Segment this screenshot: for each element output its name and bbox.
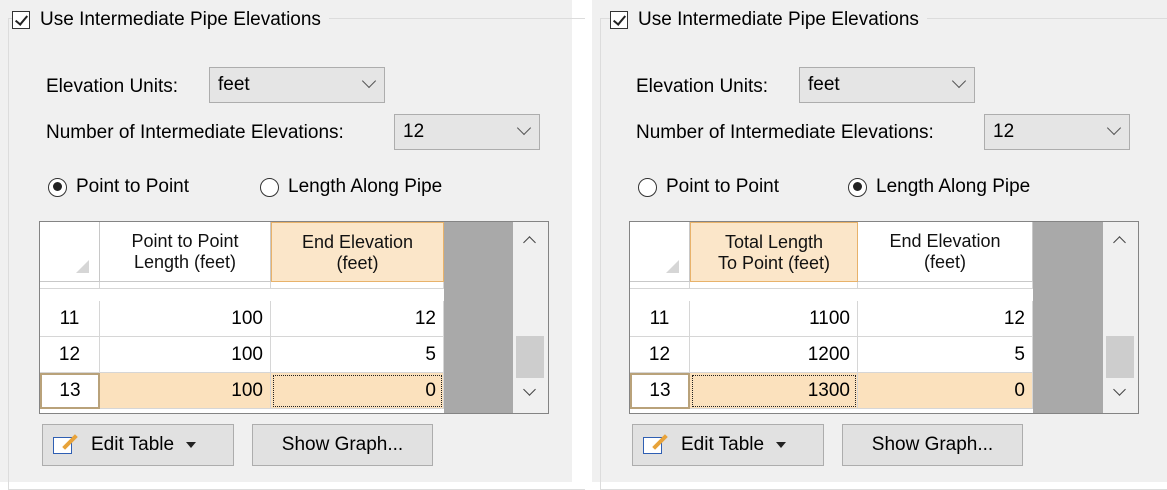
edit-table-icon: [53, 434, 78, 455]
row-header[interactable]: 11: [630, 301, 690, 337]
radio-point-to-point[interactable]: Point to Point: [638, 176, 779, 198]
table-cell[interactable]: 22: [271, 282, 444, 289]
edit-table-button[interactable]: Edit Table: [42, 424, 234, 466]
chevron-down-icon: [951, 73, 967, 89]
table-scrollbar[interactable]: [513, 222, 548, 413]
column-header-end-elevation[interactable]: End Elevation (feet): [271, 222, 444, 282]
show-graph-button[interactable]: Show Graph...: [842, 424, 1023, 466]
table-cell[interactable]: 100: [100, 282, 271, 289]
use-elevations-checkbox-row[interactable]: Use Intermediate Pipe Elevations: [610, 6, 927, 34]
radio-point-to-point-label: Point to Point: [76, 176, 190, 197]
edit-table-label: Edit Table: [91, 434, 175, 455]
elevation-units-label: Elevation Units:: [636, 76, 769, 97]
edit-table-icon: [643, 434, 668, 455]
radio-point-to-point-label: Point to Point: [666, 176, 780, 197]
radio-length-along-pipe-label: Length Along Pipe: [876, 176, 1031, 197]
scroll-up-icon[interactable]: [1113, 236, 1126, 249]
table-cell[interactable]: 12: [858, 301, 1033, 337]
table-cell[interactable]: 1200: [690, 337, 858, 373]
row-header[interactable]: 10: [630, 282, 690, 289]
table-cell[interactable]: 12: [271, 301, 444, 337]
radio-length-along-pipe-label: Length Along Pipe: [288, 176, 443, 197]
column-header-length[interactable]: Total Length To Point (feet): [690, 222, 858, 282]
elevation-panel-right: Use Intermediate Pipe Elevations Elevati…: [592, 0, 1167, 490]
table-corner[interactable]: [630, 222, 690, 282]
radio-point-to-point[interactable]: Point to Point: [48, 176, 189, 198]
row-header[interactable]: 11: [40, 301, 100, 337]
radio-circle: [48, 177, 67, 197]
table-empty-area: [444, 222, 513, 413]
chevron-down-icon: [1106, 120, 1122, 136]
use-elevations-checkbox[interactable]: [610, 11, 628, 29]
table-cell[interactable]: 5: [271, 337, 444, 373]
scroll-thumb[interactable]: [516, 336, 544, 378]
table-cell[interactable]: 1100: [690, 301, 858, 337]
use-elevations-label: Use Intermediate Pipe Elevations: [40, 9, 321, 30]
elevation-panel-left: Use Intermediate Pipe Elevations Elevati…: [0, 0, 585, 490]
scroll-down-icon[interactable]: [1113, 383, 1126, 396]
row-header[interactable]: 12: [630, 337, 690, 373]
table-empty-area: [1033, 222, 1103, 413]
table-cell[interactable]: 100: [100, 301, 271, 337]
num-elevations-value: 12: [993, 121, 1015, 142]
use-elevations-label: Use Intermediate Pipe Elevations: [638, 9, 919, 30]
elevation-units-value: feet: [808, 74, 840, 95]
num-elevations-dropdown[interactable]: 12: [984, 114, 1130, 150]
show-graph-button[interactable]: Show Graph...: [252, 424, 433, 466]
elevation-units-label: Elevation Units:: [46, 76, 179, 97]
radio-circle: [260, 177, 279, 197]
show-graph-label: Show Graph...: [871, 434, 994, 455]
num-elevations-label: Number of Intermediate Elevations:: [46, 122, 344, 143]
radio-circle: [848, 177, 867, 197]
num-elevations-value: 12: [403, 121, 425, 142]
table-cell[interactable]: 5: [858, 337, 1033, 373]
radio-length-along-pipe[interactable]: Length Along Pipe: [260, 176, 442, 198]
dropdown-arrow-icon: [776, 442, 787, 448]
row-header[interactable]: 10: [40, 282, 100, 289]
table-cell-focused[interactable]: 0: [271, 373, 444, 409]
chevron-down-icon: [516, 120, 532, 136]
radio-length-along-pipe[interactable]: Length Along Pipe: [848, 176, 1030, 198]
chevron-down-icon: [361, 73, 377, 89]
column-header-length[interactable]: Point to Point Length (feet): [100, 222, 271, 282]
scroll-down-icon[interactable]: [523, 383, 536, 396]
show-graph-label: Show Graph...: [281, 434, 404, 455]
table-cell-focused[interactable]: 1300: [690, 373, 858, 409]
use-elevations-checkbox[interactable]: [12, 11, 30, 29]
elevation-table: Total Length To Point (feet) End Elevati…: [629, 221, 1139, 414]
scroll-up-icon[interactable]: [523, 236, 536, 249]
elevation-units-dropdown[interactable]: feet: [209, 67, 385, 103]
table-cell[interactable]: 100: [100, 373, 271, 409]
dropdown-arrow-icon: [186, 442, 197, 448]
table-cell[interactable]: 0: [858, 373, 1033, 409]
elevation-units-value: feet: [218, 74, 250, 95]
elevation-units-dropdown[interactable]: feet: [799, 67, 975, 103]
radio-circle: [638, 177, 657, 197]
table-scrollbar[interactable]: [1103, 222, 1138, 413]
use-elevations-checkbox-row[interactable]: Use Intermediate Pipe Elevations: [12, 6, 329, 34]
num-elevations-label: Number of Intermediate Elevations:: [636, 122, 934, 143]
row-header[interactable]: 12: [40, 337, 100, 373]
edit-table-button[interactable]: Edit Table: [632, 424, 824, 466]
table-cell[interactable]: 100: [100, 337, 271, 373]
edit-table-label: Edit Table: [681, 434, 765, 455]
table-cell[interactable]: 1000: [690, 282, 858, 289]
table-corner[interactable]: [40, 222, 100, 282]
column-header-end-elevation[interactable]: End Elevation (feet): [858, 222, 1033, 282]
elevation-table: Point to Point Length (feet) End Elevati…: [39, 221, 549, 414]
row-header[interactable]: 13: [630, 373, 690, 409]
row-header[interactable]: 13: [40, 373, 100, 409]
scroll-thumb[interactable]: [1106, 336, 1134, 378]
num-elevations-dropdown[interactable]: 12: [394, 114, 540, 150]
table-cell[interactable]: 22: [858, 282, 1033, 289]
